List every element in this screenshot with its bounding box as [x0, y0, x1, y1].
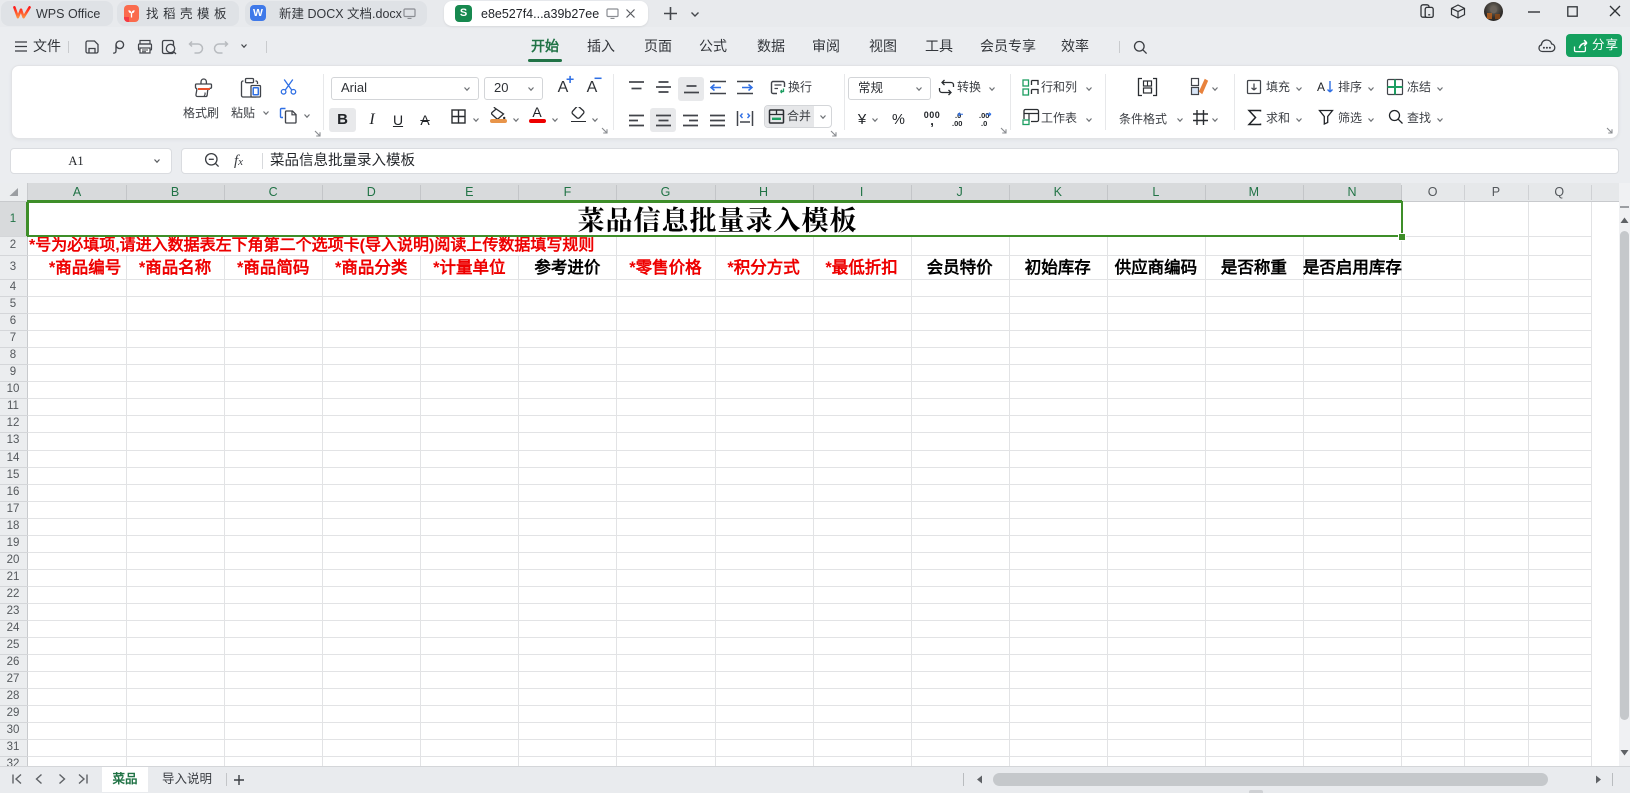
- svg-text:.00: .00: [952, 119, 962, 128]
- svg-text:.0: .0: [981, 119, 987, 128]
- svg-text:A: A: [1317, 80, 1325, 94]
